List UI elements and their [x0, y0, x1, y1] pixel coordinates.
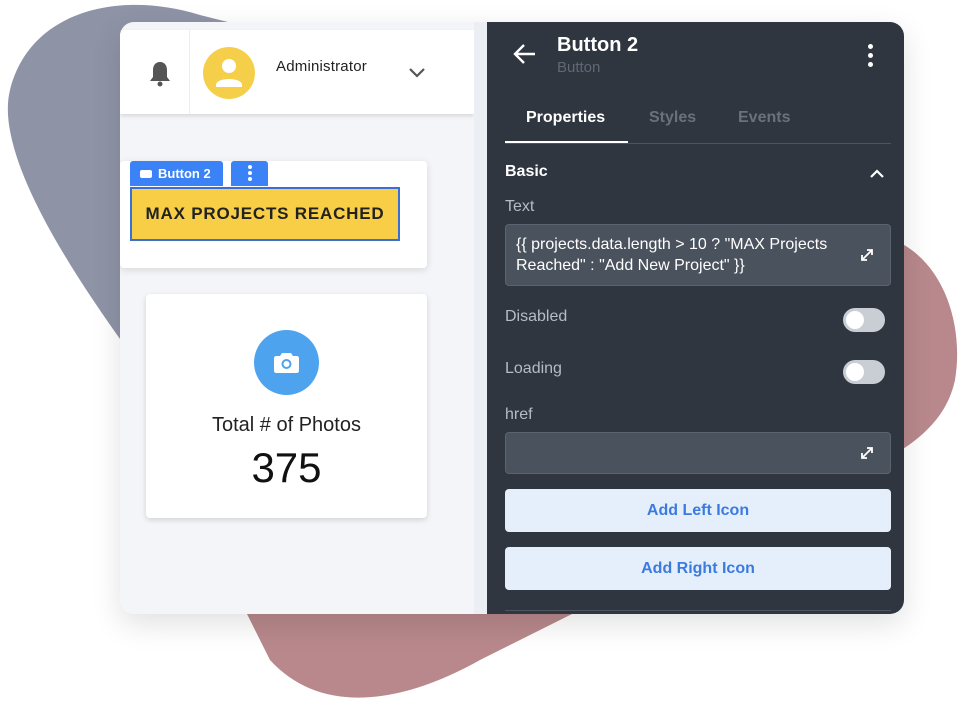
header-divider: [189, 30, 190, 114]
stat-value: 375: [251, 444, 322, 491]
add-left-icon-button[interactable]: Add Left Icon: [505, 489, 891, 532]
selected-component-name: Button 2: [158, 166, 211, 181]
user-name: Administrator: [276, 58, 367, 75]
properties-panel: Button 2 Button Properties Styles Events…: [487, 22, 904, 614]
back-arrow-icon[interactable]: [513, 43, 537, 65]
editor-canvas: Administrator Button 2 MAX PROJECTS REAC…: [120, 22, 487, 614]
expand-icon[interactable]: [859, 247, 875, 263]
component-menu-button[interactable]: [231, 161, 268, 186]
panel-subtitle: Button: [557, 59, 601, 76]
panel-bottom-divider: [505, 610, 891, 611]
loading-label: Loading: [505, 360, 562, 377]
app-window: Administrator Button 2 MAX PROJECTS REAC…: [120, 22, 904, 614]
panel-title: Button 2: [557, 34, 639, 56]
bell-icon[interactable]: [148, 60, 172, 88]
stat-icon-circle: [254, 330, 319, 395]
canvas-panel-separator: [474, 22, 487, 614]
kebab-menu-icon[interactable]: [865, 44, 875, 68]
expand-icon[interactable]: [859, 445, 875, 461]
tab-properties[interactable]: Properties: [526, 109, 605, 127]
user-icon: [216, 59, 242, 87]
disabled-toggle[interactable]: [843, 308, 885, 332]
href-input[interactable]: [505, 432, 891, 474]
tab-styles[interactable]: Styles: [649, 109, 696, 127]
text-field-input[interactable]: {{ projects.data.length > 10 ? "MAX Proj…: [505, 224, 891, 286]
camera-icon: [274, 353, 299, 373]
tab-events[interactable]: Events: [738, 109, 790, 127]
disabled-label: Disabled: [505, 308, 568, 325]
tabs-divider: [505, 143, 891, 144]
href-label: href: [505, 406, 533, 423]
stat-label: Total # of Photos: [212, 414, 361, 436]
stat-card: Total # of Photos 375: [146, 294, 427, 518]
loading-toggle[interactable]: [843, 360, 885, 384]
add-right-icon-button[interactable]: Add Right Icon: [505, 547, 891, 590]
text-field-label: Text: [505, 198, 535, 215]
avatar[interactable]: [203, 47, 255, 99]
section-title-basic[interactable]: Basic: [505, 163, 548, 181]
chevron-up-icon[interactable]: [869, 168, 885, 179]
chevron-down-icon[interactable]: [408, 66, 426, 80]
text-field-value: {{ projects.data.length > 10 ? "MAX Proj…: [516, 236, 828, 274]
max-projects-button[interactable]: MAX PROJECTS REACHED: [130, 187, 400, 241]
button-component-icon: [140, 169, 152, 178]
selected-component-tag[interactable]: Button 2: [130, 161, 223, 186]
app-header: Administrator: [120, 30, 474, 114]
